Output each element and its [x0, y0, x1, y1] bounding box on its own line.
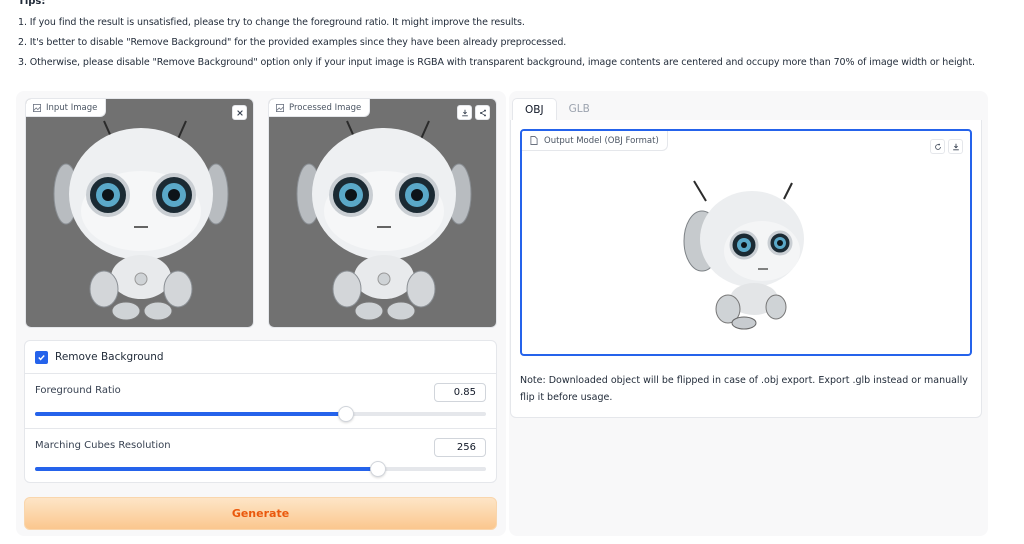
marching-cubes-row: Marching Cubes Resolution 256	[25, 429, 496, 483]
reset-view-button[interactable]	[930, 139, 945, 154]
remove-background-row: Remove Background	[25, 341, 496, 374]
input-image-label-text: Input Image	[46, 102, 98, 113]
tip-item: 1. If you find the result is unsatisfied…	[18, 17, 525, 28]
foreground-ratio-fill	[35, 412, 347, 416]
foreground-ratio-row: Foreground Ratio 0.85	[25, 374, 496, 429]
generate-button[interactable]: Generate	[24, 497, 497, 530]
marching-cubes-thumb[interactable]	[369, 461, 386, 477]
marching-cubes-label: Marching Cubes Resolution	[35, 440, 171, 451]
foreground-ratio-thumb[interactable]	[338, 406, 355, 422]
marching-cubes-input[interactable]: 256	[434, 438, 486, 457]
robot-3d-model	[683, 180, 804, 330]
export-note: Note: Downloaded object will be flipped …	[520, 375, 968, 403]
controls-panel: Remove Background Foreground Ratio 0.85 …	[24, 340, 497, 483]
tab-obj[interactable]: OBJ	[512, 98, 557, 120]
tip-item: 3. Otherwise, please disable "Remove Bac…	[18, 57, 975, 68]
marching-cubes-fill	[35, 467, 378, 471]
file-icon	[530, 136, 538, 145]
reset-icon	[934, 143, 941, 150]
tip-item: 2. It's better to disable "Remove Backgr…	[18, 37, 567, 48]
input-image-dropzone[interactable]: Input Image	[25, 98, 254, 328]
download-icon	[952, 143, 959, 150]
input-image-label: Input Image	[26, 99, 107, 117]
foreground-ratio-label: Foreground Ratio	[35, 385, 121, 396]
remove-background-checkbox[interactable]	[35, 351, 48, 364]
tab-glb[interactable]: GLB	[557, 98, 602, 120]
tips-title: Tips:	[18, 0, 46, 7]
image-icon	[33, 103, 41, 112]
processed-image-label-text: Processed Image	[289, 102, 362, 113]
check-icon	[38, 355, 45, 361]
share-processed-button[interactable]	[475, 105, 490, 120]
foreground-ratio-track[interactable]	[35, 406, 486, 422]
foreground-ratio-input[interactable]: 0.85	[434, 383, 486, 402]
download-processed-button[interactable]	[457, 105, 472, 120]
share-icon	[479, 109, 486, 116]
remove-background-label[interactable]: Remove Background	[55, 351, 164, 363]
model-viewer[interactable]: Output Model (OBJ Format)	[520, 129, 972, 356]
output-model-label: Output Model (OBJ Format)	[522, 131, 668, 151]
image-icon	[276, 103, 284, 112]
format-tabs: OBJ GLB	[512, 98, 602, 120]
robot-image	[53, 120, 229, 321]
download-model-button[interactable]	[948, 139, 963, 154]
marching-cubes-track[interactable]	[35, 461, 486, 477]
tips-section: Tips: 1. If you find the result is unsat…	[18, 0, 1018, 69]
processed-image-label: Processed Image	[269, 99, 371, 117]
processed-image-panel: Processed Image	[268, 98, 497, 328]
close-icon	[236, 109, 243, 116]
clear-image-button[interactable]	[232, 105, 247, 120]
output-model-label-text: Output Model (OBJ Format)	[544, 135, 659, 146]
robot-image	[296, 120, 472, 321]
download-icon	[461, 109, 468, 116]
